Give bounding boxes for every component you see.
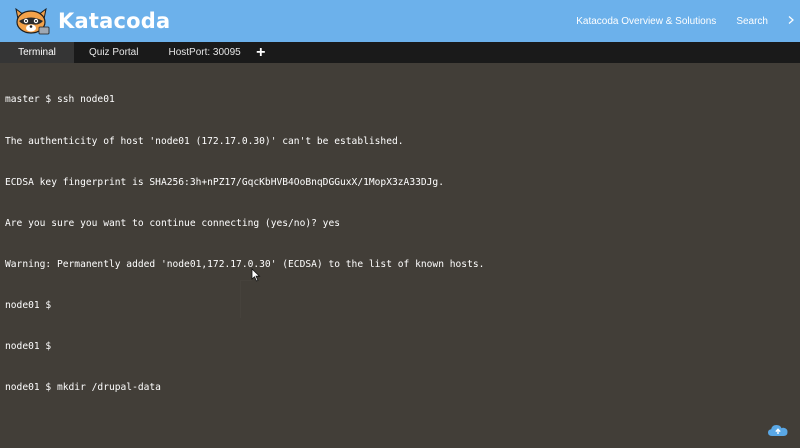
chevron-right-icon[interactable] [788,15,800,27]
terminal-line: Are you sure you want to continue connec… [5,217,341,229]
tab-terminal[interactable]: Terminal [0,42,74,63]
tab-bar: Terminal Quiz Portal HostPort: 30095 + [0,42,800,63]
nav-search-link[interactable]: Search [736,16,768,27]
top-nav: Katacoda Overview & Solutions Search [576,0,800,42]
katacoda-raccoon-logo-icon [12,5,52,37]
nav-overview-link[interactable]: Katacoda Overview & Solutions [576,16,716,27]
cloud-upload-icon[interactable] [767,422,789,438]
top-header: Katacoda Katacoda Overview & Solutions S… [0,0,800,42]
brand-name: Katacoda [58,9,171,33]
terminal-line: Warning: Permanently added 'node01,172.1… [5,258,485,270]
terminal-line: ECDSA key fingerprint is SHA256:3h+nPZ17… [5,176,444,188]
add-tab-button[interactable]: + [252,42,270,63]
brand-logo[interactable]: Katacoda [12,5,170,37]
terminal-line: node01 $ mkdir /drupal-data [5,382,161,394]
terminal-line: node01 $ [5,299,52,311]
terminal-line: master $ ssh node01 [5,94,115,106]
terminal-line: node01 $ [5,340,52,352]
terminal-line: The authenticity of host 'node01 (172.17… [5,135,404,147]
selection-ghost [240,280,252,318]
tab-quiz-portal[interactable]: Quiz Portal [74,42,153,63]
mouse-pointer-icon [251,268,261,282]
terminal-output[interactable]: master $ ssh node01 The authenticity of … [0,63,800,448]
tab-hostport[interactable]: HostPort: 30095 [153,42,255,63]
